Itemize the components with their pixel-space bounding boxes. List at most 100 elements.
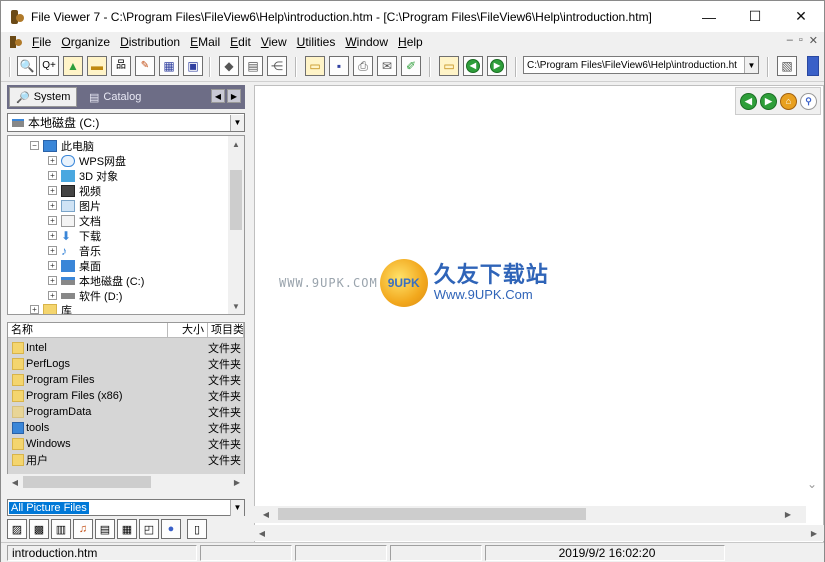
minimize-button[interactable]: — (686, 1, 732, 32)
chevron-left-icon[interactable]: ◀ (254, 525, 270, 541)
chevron-right-icon[interactable]: ▶ (229, 474, 245, 490)
tree-item[interactable]: + 图片 (48, 198, 101, 213)
expand-icon[interactable]: + (48, 201, 57, 210)
header-size[interactable]: 大小 (168, 323, 208, 338)
list-item[interactable]: 用户 文件夹 (8, 452, 244, 468)
document-icon[interactable] (9, 35, 23, 49)
list-item[interactable]: Program Files (x86) 文件夹 (8, 388, 244, 404)
expand-icon[interactable]: + (48, 231, 57, 240)
menu-email[interactable]: EMail (185, 35, 225, 49)
scroll-thumb[interactable] (23, 476, 151, 488)
menu-organize[interactable]: Organize (56, 35, 115, 49)
menu-distribution[interactable]: Distribution (115, 35, 185, 49)
expand-icon[interactable]: + (48, 156, 57, 165)
chevron-down-icon[interactable]: ▼ (744, 57, 758, 73)
tree-icon[interactable]: 品 (111, 56, 131, 76)
mdi-restore-button[interactable]: ▫ (799, 34, 803, 47)
network-icon[interactable]: ⋲ (267, 56, 287, 76)
tree-item[interactable]: + 软件 (D:) (48, 288, 122, 303)
folder-up-icon[interactable]: ▲ (63, 56, 83, 76)
open-icon[interactable]: ▭ (305, 56, 325, 76)
drive-combo[interactable]: 本地磁盘 (C:) ▼ (7, 113, 245, 132)
chevron-right-icon[interactable]: ▶ (806, 525, 822, 541)
audio-icon[interactable]: ♫ (73, 519, 93, 539)
collapse-icon[interactable]: − (30, 141, 39, 150)
tree-item[interactable]: + ⬇ 下载 (48, 228, 101, 243)
path-combo[interactable]: C:\Program Files\FileView6\Help\introduc… (523, 56, 759, 74)
document-viewer[interactable] (254, 85, 824, 543)
zoom-plus-icon[interactable]: Q+ (39, 56, 59, 76)
tree-item[interactable]: + 视频 (48, 183, 101, 198)
back-icon[interactable]: ◀ (463, 56, 483, 76)
forward-icon[interactable]: ▶ (760, 92, 777, 110)
new-folder-icon[interactable]: ▬ (87, 56, 107, 76)
forward-icon[interactable]: ▶ (487, 56, 507, 76)
tree-item[interactable]: + ♪ 音乐 (48, 243, 101, 258)
list-item[interactable]: Intel 文件夹 (8, 340, 244, 356)
settings-icon[interactable]: ▧ (777, 56, 797, 76)
expand-icon[interactable]: + (48, 261, 57, 270)
tree-item[interactable]: − 此电脑 (30, 138, 94, 153)
browse-folder-icon[interactable]: ▭ (439, 56, 459, 76)
page-icon[interactable]: ▯ (187, 519, 207, 539)
viewer-scrollbar[interactable]: ◀ ▶ (254, 506, 806, 523)
expand-icon[interactable]: + (48, 291, 57, 300)
chevron-down-icon[interactable]: ▼ (230, 499, 244, 516)
chevron-down-icon[interactable]: ▼ (230, 114, 244, 131)
menu-edit[interactable]: Edit (225, 35, 256, 49)
menu-file[interactable]: File (27, 35, 56, 49)
viewer-scrollbar-outer[interactable]: ◀ ▶ (254, 525, 824, 541)
globe-icon[interactable]: ● (161, 519, 181, 539)
list-item[interactable]: Windows 文件夹 (8, 436, 244, 452)
edit-icon[interactable]: ✐ (401, 56, 421, 76)
tree-item[interactable]: + 本地磁盘 (C:) (48, 273, 144, 288)
tab-system[interactable]: 🔎 System (9, 87, 77, 107)
zoom-icon[interactable]: 🔍 (17, 56, 37, 76)
chevron-up-icon[interactable]: ▲ (228, 136, 244, 152)
menu-view[interactable]: View (256, 35, 292, 49)
tab-catalog[interactable]: ▤ Catalog (83, 87, 147, 107)
catalog-icon[interactable]: ▦ (159, 56, 179, 76)
menu-window[interactable]: Window (340, 35, 393, 49)
expand-icon[interactable]: + (48, 171, 57, 180)
tree-item[interactable]: + 3D 对象 (48, 168, 118, 183)
table-view-icon[interactable]: ▦ (117, 519, 137, 539)
expand-icon[interactable]: + (48, 246, 57, 255)
chevron-left-icon[interactable]: ◀ (7, 474, 23, 490)
tree-item[interactable]: + 文档 (48, 213, 101, 228)
email-icon[interactable]: ✉ (377, 56, 397, 76)
video-view-icon[interactable]: ▩ (29, 519, 49, 539)
menu-utilities[interactable]: Utilities (292, 35, 341, 49)
tab-prev-icon[interactable]: ◀ (211, 89, 225, 103)
slideshow-icon[interactable]: ▥ (51, 519, 71, 539)
mdi-minimize-button[interactable]: – (787, 34, 793, 47)
app-icon[interactable] (9, 9, 25, 25)
database-icon[interactable]: ▤ (243, 56, 263, 76)
properties-icon[interactable]: ▣ (183, 56, 203, 76)
scroll-thumb[interactable] (230, 170, 242, 230)
list-item[interactable]: tools 文件夹 (8, 420, 244, 436)
expand-icon[interactable]: + (48, 216, 57, 225)
copy-icon[interactable]: ◰ (139, 519, 159, 539)
expand-icon[interactable]: + (48, 276, 57, 285)
header-name[interactable]: 名称 (8, 323, 168, 338)
header-type[interactable]: 项目类 (208, 323, 244, 338)
tab-next-icon[interactable]: ▶ (227, 89, 241, 103)
list-item[interactable]: PerfLogs 文件夹 (8, 356, 244, 372)
tree-item[interactable]: + 桌面 (48, 258, 101, 273)
chevron-left-icon[interactable]: ◀ (258, 506, 274, 522)
tree-scrollbar[interactable]: ▲ ▼ (228, 136, 244, 314)
expand-icon[interactable]: + (30, 305, 39, 314)
rename-icon[interactable]: ✎ (135, 56, 155, 76)
menu-help[interactable]: Help (393, 35, 428, 49)
toolbar-grip-icon[interactable] (807, 56, 819, 76)
tree-item[interactable]: + WPS网盘 (48, 153, 126, 168)
list-item[interactable]: Program Files 文件夹 (8, 372, 244, 388)
search-icon[interactable]: ⚲ (800, 92, 817, 110)
chevron-down-icon[interactable]: ▼ (228, 298, 244, 314)
home-icon[interactable]: ⌂ (780, 92, 797, 110)
mdi-close-button[interactable]: ✕ (809, 34, 818, 47)
image-view-icon[interactable]: ▨ (7, 519, 27, 539)
scroll-thumb[interactable] (278, 508, 586, 520)
save-icon[interactable]: ▪ (329, 56, 349, 76)
